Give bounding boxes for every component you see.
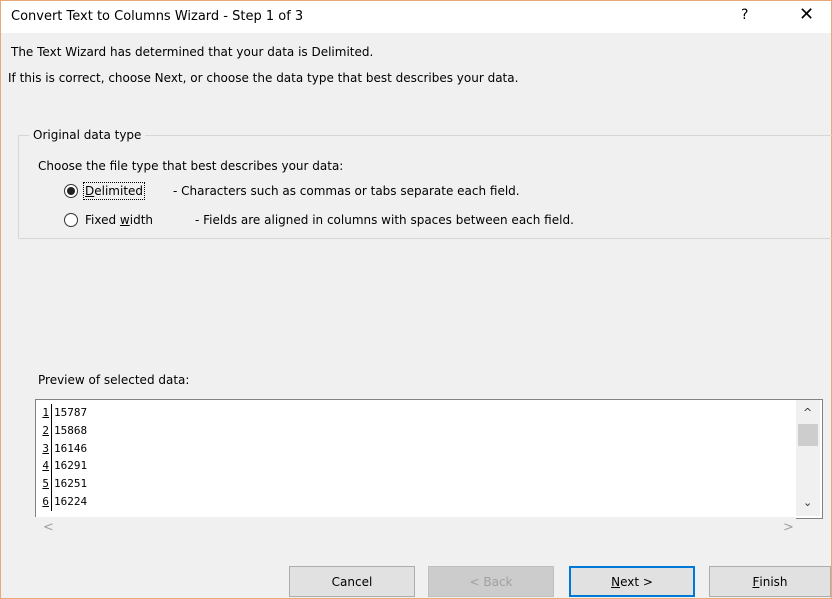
radio-fixed-width[interactable] [64,213,78,227]
cancel-button[interactable]: Cancel [289,566,415,597]
preview-box[interactable]: 1 15787 2 15868 3 16146 4 16291 5 16251 6 1622… [35,399,823,519]
intro-line-2: If this is correct, choose Next, or choo… [8,71,519,85]
scroll-down-icon[interactable]: ⌄ [803,496,812,509]
radio-delimited[interactable] [64,184,78,198]
group-legend: Original data type [29,128,146,142]
radio-label-fixed-width[interactable]: Fixed width [85,213,185,227]
help-button[interactable]: ? [741,7,748,23]
close-icon[interactable]: ✕ [799,4,814,25]
radio-desc-delimited: - Characters such as commas or tabs sepa… [173,184,520,198]
wizard-dialog: Convert Text to Columns Wizard - Step 1 … [0,0,832,599]
file-type-prompt: Choose the file type that best describes… [38,159,344,173]
radio-desc-fixed-width: - Fields are aligned in columns with spa… [195,213,574,227]
vertical-scrollbar[interactable]: ^ ⌄ [796,400,820,516]
radio-label-delimited[interactable]: Delimited [82,182,146,200]
preview-row: 2 15868 [37,421,87,440]
intro-line-1: The Text Wizard has determined that your… [11,45,374,59]
scroll-thumb[interactable] [798,424,818,446]
preview-row: 4 16291 [37,457,87,476]
scroll-right-icon[interactable]: > [783,520,794,535]
preview-rows: 1 15787 2 15868 3 16146 4 16291 5 16251 6 1622… [37,404,87,511]
radio-row-delimited[interactable]: Delimited - Characters such as commas or… [64,182,520,200]
back-button[interactable]: < Back [428,566,554,597]
preview-row: 5 16251 [37,475,87,493]
scroll-left-icon[interactable]: < [43,520,54,535]
scroll-up-icon[interactable]: ^ [803,406,812,419]
preview-label: Preview of selected data: [38,373,190,387]
finish-button[interactable]: Finish [709,566,831,597]
preview-row: 3 16146 [37,439,87,458]
window-title: Convert Text to Columns Wizard - Step 1 … [11,9,304,24]
preview-row: 6 16224 [37,492,87,511]
preview-row: 1 15787 [37,404,87,422]
title-bar: Convert Text to Columns Wizard - Step 1 … [1,1,831,33]
radio-row-fixed-width[interactable]: Fixed width - Fields are aligned in colu… [64,211,574,229]
horizontal-scrollbar[interactable]: < > [35,517,796,539]
next-button[interactable]: Next > [569,566,695,597]
